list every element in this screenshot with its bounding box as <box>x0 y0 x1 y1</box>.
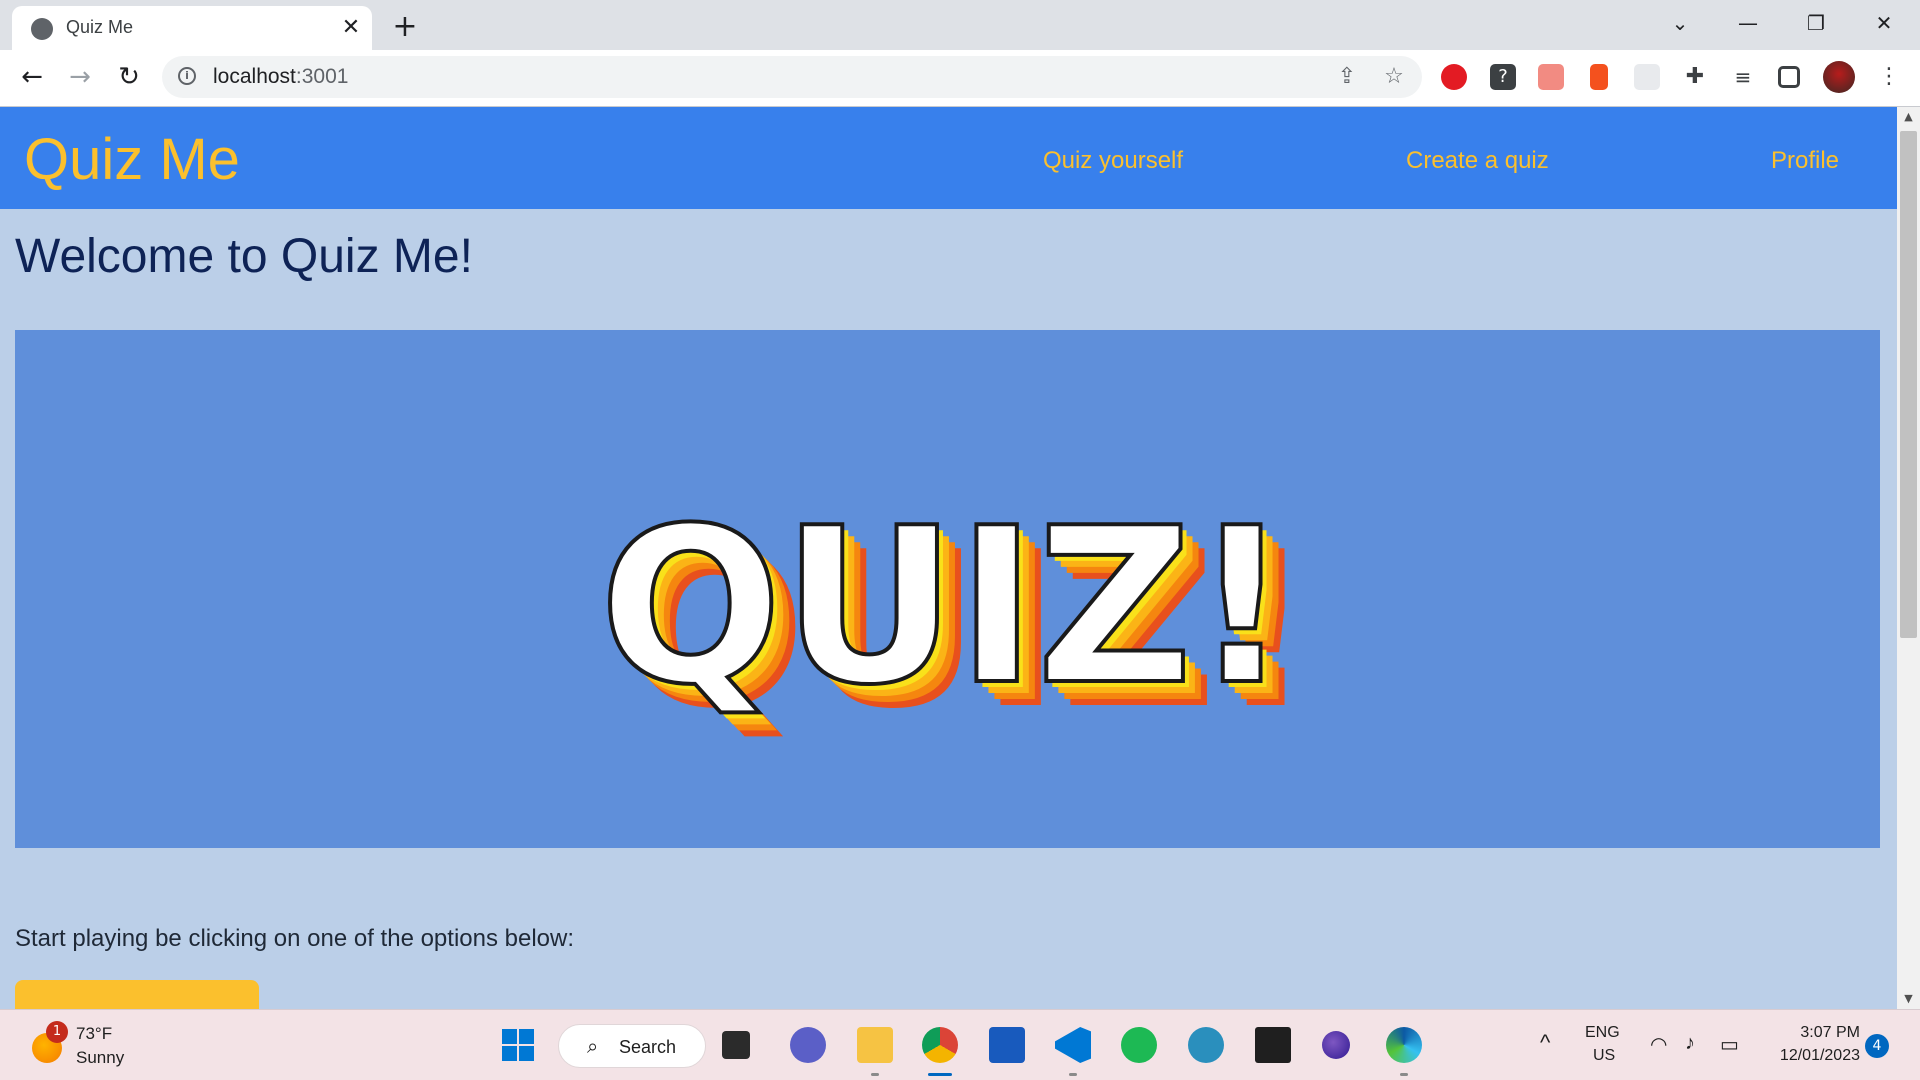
brand-logo[interactable]: Quiz Me <box>24 126 240 193</box>
lock-extension-icon[interactable] <box>1590 64 1608 90</box>
bookmark-star-icon[interactable]: ☆ <box>1381 64 1407 90</box>
blank-extension-icon[interactable] <box>1634 64 1660 90</box>
taskbar-search[interactable]: ⌕ Search <box>558 1024 706 1068</box>
sticky-notes-icon[interactable] <box>1255 1027 1291 1063</box>
clock-date[interactable]: 12/01/2023 <box>1765 1047 1860 1065</box>
close-window-icon[interactable]: ✕ <box>1862 8 1906 38</box>
play-option-button[interactable] <box>15 980 259 1009</box>
weather-badge: 1 <box>46 1021 68 1043</box>
windows-taskbar: 1 73°F Sunny ⌕ Search ^ ENG US ◠ ♪ ▭ 3:0… <box>0 1009 1920 1080</box>
notification-badge[interactable]: 4 <box>1865 1034 1889 1058</box>
taskbar-search-label: Search <box>619 1037 677 1057</box>
spotify-icon[interactable] <box>1121 1027 1157 1063</box>
language-top[interactable]: ENG <box>1585 1024 1620 1042</box>
puzzle-extensions-icon[interactable]: ✚ <box>1682 64 1708 90</box>
quiz-banner-graphic: QUIZ! QUIZ! QUIZ! QUIZ! QUIZ! <box>597 479 1314 756</box>
chrome-icon[interactable] <box>922 1027 958 1063</box>
nav-quiz-yourself[interactable]: Quiz yourself <box>1043 147 1183 175</box>
search-icon: ⌕ <box>587 1034 599 1058</box>
volume-icon[interactable]: ♪ <box>1685 1032 1695 1055</box>
browser-tab[interactable]: Quiz Me ✕ <box>12 6 372 51</box>
scrollbar-thumb[interactable] <box>1900 131 1917 638</box>
browser-toolbar: ← → ↻ i localhost:3001 ⇪ ☆ ? ✚ ≡ ⋮ <box>0 50 1920 107</box>
word-icon[interactable] <box>989 1027 1025 1063</box>
running-indicator <box>871 1073 879 1076</box>
address-bar[interactable]: i localhost:3001 ⇪ ☆ <box>162 56 1422 98</box>
tab-title: Quiz Me <box>66 17 134 37</box>
page-scrollbar[interactable]: ▲ ▼ <box>1897 107 1920 1009</box>
share-icon[interactable]: ⇪ <box>1334 64 1360 90</box>
nav-create-quiz[interactable]: Create a quiz <box>1406 147 1549 175</box>
running-indicator <box>1069 1073 1077 1076</box>
question-extension-icon[interactable]: ? <box>1490 64 1516 90</box>
scroll-down-icon[interactable]: ▼ <box>1897 989 1920 1009</box>
tab-close-icon[interactable]: ✕ <box>336 13 366 43</box>
language-bottom[interactable]: US <box>1593 1047 1615 1065</box>
hero-image: QUIZ! QUIZ! QUIZ! QUIZ! QUIZ! <box>15 330 1880 848</box>
forward-icon[interactable]: → <box>63 60 97 94</box>
browser-chrome: Quiz Me ✕ + ⌄ — ❐ ✕ ← → ↻ i localhost:30… <box>0 0 1920 107</box>
active-indicator <box>928 1073 952 1076</box>
running-indicator <box>1400 1073 1408 1076</box>
weather-condition[interactable]: Sunny <box>76 1048 124 1068</box>
battery-icon[interactable]: ▭ <box>1720 1032 1739 1057</box>
restore-icon[interactable]: ❐ <box>1794 8 1838 38</box>
minimize-icon[interactable]: — <box>1726 8 1770 38</box>
weather-temperature[interactable]: 73°F <box>76 1024 112 1044</box>
musescore-icon[interactable] <box>1188 1027 1224 1063</box>
tor-browser-icon[interactable] <box>1322 1031 1350 1059</box>
tab-strip: Quiz Me ✕ + ⌄ — ❐ ✕ <box>0 0 1920 51</box>
page-viewport: Quiz Me Quiz yourself Create a quiz Prof… <box>0 107 1897 1009</box>
edge-icon[interactable] <box>1386 1027 1422 1063</box>
file-explorer-icon[interactable] <box>857 1027 893 1063</box>
chevron-up-icon[interactable]: ^ <box>1540 1030 1550 1056</box>
globe-icon <box>31 18 53 40</box>
nav-profile[interactable]: Profile <box>1771 147 1839 175</box>
new-tab-button[interactable]: + <box>388 10 422 44</box>
url-text[interactable]: localhost:3001 <box>213 65 348 89</box>
site-navbar: Quiz Me Quiz yourself Create a quiz Prof… <box>0 107 1897 209</box>
share-extension-icon[interactable] <box>1538 64 1564 90</box>
back-icon[interactable]: ← <box>15 60 49 94</box>
profile-avatar[interactable] <box>1823 61 1855 93</box>
vscode-icon[interactable] <box>1055 1027 1091 1063</box>
media-queue-icon[interactable]: ≡ <box>1730 64 1756 90</box>
clock-time[interactable]: 3:07 PM <box>1788 1024 1860 1042</box>
reload-icon[interactable]: ↻ <box>112 60 146 94</box>
teams-chat-icon[interactable] <box>790 1027 826 1063</box>
task-view-icon[interactable] <box>722 1031 750 1059</box>
hero-word: QUIZ! <box>599 481 1290 732</box>
windows-start-icon[interactable] <box>500 1027 536 1063</box>
site-info-icon[interactable]: i <box>178 67 196 85</box>
instructions-text: Start playing be clicking on one of the … <box>15 925 575 952</box>
wifi-icon[interactable]: ◠ <box>1650 1032 1667 1057</box>
scroll-up-icon[interactable]: ▲ <box>1897 107 1920 127</box>
tab-search-icon[interactable]: ⌄ <box>1658 8 1702 38</box>
menu-icon[interactable]: ⋮ <box>1876 64 1902 90</box>
opera-extension-icon[interactable] <box>1441 64 1467 90</box>
side-panel-icon[interactable] <box>1778 66 1800 88</box>
page-title: Welcome to Quiz Me! <box>15 230 473 283</box>
